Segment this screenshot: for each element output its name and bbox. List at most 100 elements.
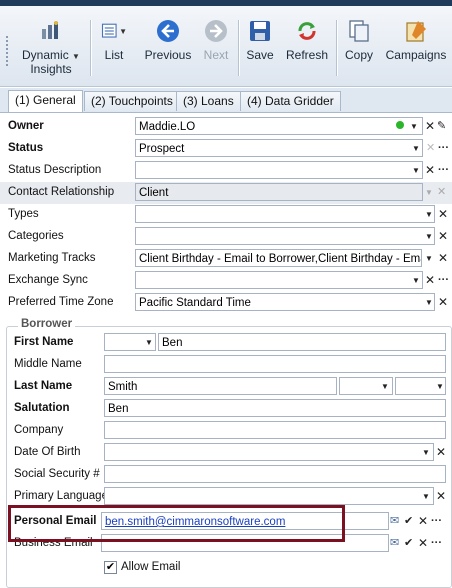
categories-clear-icon[interactable]: ✕ (438, 227, 448, 245)
types-dropdown-icon[interactable]: ▼ (425, 205, 433, 223)
dynamic-insights-button[interactable]: Dynamic ▼ Insights (16, 10, 86, 82)
personal-email-more-icon[interactable]: ··· (431, 512, 442, 530)
campaigns-button[interactable]: Campaigns (384, 10, 448, 82)
primary-language-field[interactable] (104, 487, 434, 505)
marketing-tracks-row: Marketing Tracks Client Birthday - Email… (0, 248, 452, 270)
salutation-field[interactable]: Ben (104, 399, 446, 417)
campaigns-icon (403, 18, 429, 44)
refresh-button[interactable]: Refresh (282, 10, 332, 82)
status-description-label: Status Description (8, 164, 102, 176)
borrower-group-title: Borrower (18, 318, 76, 330)
tab-general[interactable]: (1) General (8, 90, 83, 112)
status-field[interactable]: Prospect (135, 139, 423, 157)
business-email-more-icon[interactable]: ··· (431, 534, 442, 552)
preferred-time-zone-row: Preferred Time Zone Pacific Standard Tim… (0, 292, 452, 314)
copy-button[interactable]: Copy (340, 10, 378, 82)
marketing-tracks-clear-icon[interactable]: ✕ (438, 249, 448, 267)
ssn-field[interactable] (104, 465, 446, 483)
status-row: Status Prospect ▼ ✕ ··· (0, 138, 452, 160)
preferred-time-zone-dropdown-icon[interactable]: ▼ (425, 293, 433, 311)
preferred-time-zone-clear-icon[interactable]: ✕ (438, 293, 448, 311)
last-name-label: Last Name (14, 380, 73, 392)
exchange-sync-dropdown-icon[interactable]: ▼ (412, 271, 420, 289)
name-prefix-dropdown-icon[interactable]: ▼ (145, 333, 153, 351)
next-button[interactable]: Next (198, 10, 234, 82)
marketing-tracks-field[interactable]: Client Birthday - Email to Borrower,Clie… (135, 249, 422, 267)
middle-name-field[interactable] (104, 355, 446, 373)
status-clear-icon[interactable]: ✕ (426, 139, 435, 157)
primary-language-clear-icon[interactable]: ✕ (436, 487, 446, 505)
date-of-birth-dropdown-icon[interactable]: ▼ (422, 443, 430, 461)
allow-email-row: ✔ Allow Email (0, 558, 452, 580)
status-description-clear-icon[interactable]: ✕ (425, 161, 435, 179)
owner-assign-icon[interactable]: ✎ (437, 117, 446, 135)
list-icon: ▼ (101, 18, 127, 44)
name-suffix-dropdown-icon[interactable]: ▼ (381, 377, 389, 395)
exchange-sync-field[interactable] (135, 271, 423, 289)
allow-email-checkbox[interactable]: ✔ (104, 561, 117, 574)
owner-clear-icon[interactable]: ✕ (425, 117, 435, 135)
business-email-send-icon[interactable]: ✉ (390, 534, 399, 552)
previous-button[interactable]: Previous (140, 10, 196, 82)
exchange-sync-clear-icon[interactable]: ✕ (425, 271, 435, 289)
business-email-verify-icon[interactable]: ✔ (404, 534, 413, 552)
refresh-icon (294, 18, 320, 44)
date-of-birth-label: Date Of Birth (14, 446, 81, 458)
marketing-tracks-label: Marketing Tracks (8, 252, 96, 264)
last-name-field[interactable]: Smith (104, 377, 337, 395)
categories-dropdown-icon[interactable]: ▼ (425, 227, 433, 245)
contact-relationship-dropdown-icon[interactable]: ▼ (425, 183, 433, 201)
categories-label: Categories (8, 230, 64, 242)
preferred-time-zone-field[interactable]: Pacific Standard Time (135, 293, 435, 311)
contact-relationship-label: Contact Relationship (8, 186, 115, 198)
types-field[interactable] (135, 205, 435, 223)
next-icon (203, 18, 229, 44)
refresh-label: Refresh (285, 48, 329, 62)
status-dot-icon (396, 117, 404, 135)
personal-email-verify-icon[interactable]: ✔ (404, 512, 413, 530)
date-of-birth-clear-icon[interactable]: ✕ (436, 443, 446, 461)
tab-touchpoints[interactable]: (2) Touchpoints (84, 91, 180, 111)
owner-row: Owner Maddie.LO ▼ ✕ ✎ (0, 116, 452, 138)
contact-relationship-field[interactable]: Client (135, 183, 423, 201)
middle-name-row: Middle Name (0, 354, 452, 376)
types-row: Types ▼ ✕ (0, 204, 452, 226)
name-generation-dropdown-icon[interactable]: ▼ (436, 377, 444, 395)
status-dropdown-icon[interactable]: ▼ (412, 139, 420, 157)
exchange-sync-more-icon[interactable]: ··· (438, 271, 449, 289)
company-label: Company (14, 424, 64, 436)
owner-dropdown-icon[interactable]: ▼ (410, 117, 418, 135)
campaigns-label: Campaigns (385, 48, 447, 62)
tab-strip: (1) General (2) Touchpoints (3) Loans (4… (0, 88, 452, 113)
marketing-tracks-dropdown-icon[interactable]: ▼ (425, 249, 433, 267)
categories-field[interactable] (135, 227, 435, 245)
business-email-clear-icon[interactable]: ✕ (418, 534, 428, 552)
status-more-icon[interactable]: ··· (438, 139, 449, 157)
toolbar-grip[interactable] (6, 36, 11, 66)
first-name-field[interactable]: Ben (158, 333, 446, 351)
types-clear-icon[interactable]: ✕ (438, 205, 448, 223)
save-label: Save (246, 48, 274, 62)
first-name-row: First Name ▼ Ben (0, 332, 452, 354)
tab-loans[interactable]: (3) Loans (176, 91, 241, 111)
status-description-field[interactable] (135, 161, 423, 179)
company-field[interactable] (104, 421, 446, 439)
owner-label: Owner (8, 120, 44, 132)
copy-label: Copy (344, 48, 373, 62)
owner-field[interactable]: Maddie.LO (135, 117, 423, 135)
save-button[interactable]: Save (242, 10, 278, 82)
list-button[interactable]: ▼ List (94, 10, 134, 82)
status-description-dropdown-icon[interactable]: ▼ (412, 161, 420, 179)
preferred-time-zone-label: Preferred Time Zone (8, 296, 114, 308)
status-description-more-icon[interactable]: ··· (438, 161, 449, 179)
contact-relationship-clear-icon[interactable]: ✕ (437, 183, 446, 201)
tab-data-gridder[interactable]: (4) Data Gridder (240, 91, 341, 111)
previous-label: Previous (144, 48, 192, 62)
personal-email-send-icon[interactable]: ✉ (390, 512, 399, 530)
status-description-row: Status Description ▼ ✕ ··· (0, 160, 452, 182)
first-name-label: First Name (14, 336, 74, 348)
types-label: Types (8, 208, 39, 220)
date-of-birth-field[interactable] (104, 443, 434, 461)
primary-language-dropdown-icon[interactable]: ▼ (422, 487, 430, 505)
personal-email-clear-icon[interactable]: ✕ (418, 512, 428, 530)
